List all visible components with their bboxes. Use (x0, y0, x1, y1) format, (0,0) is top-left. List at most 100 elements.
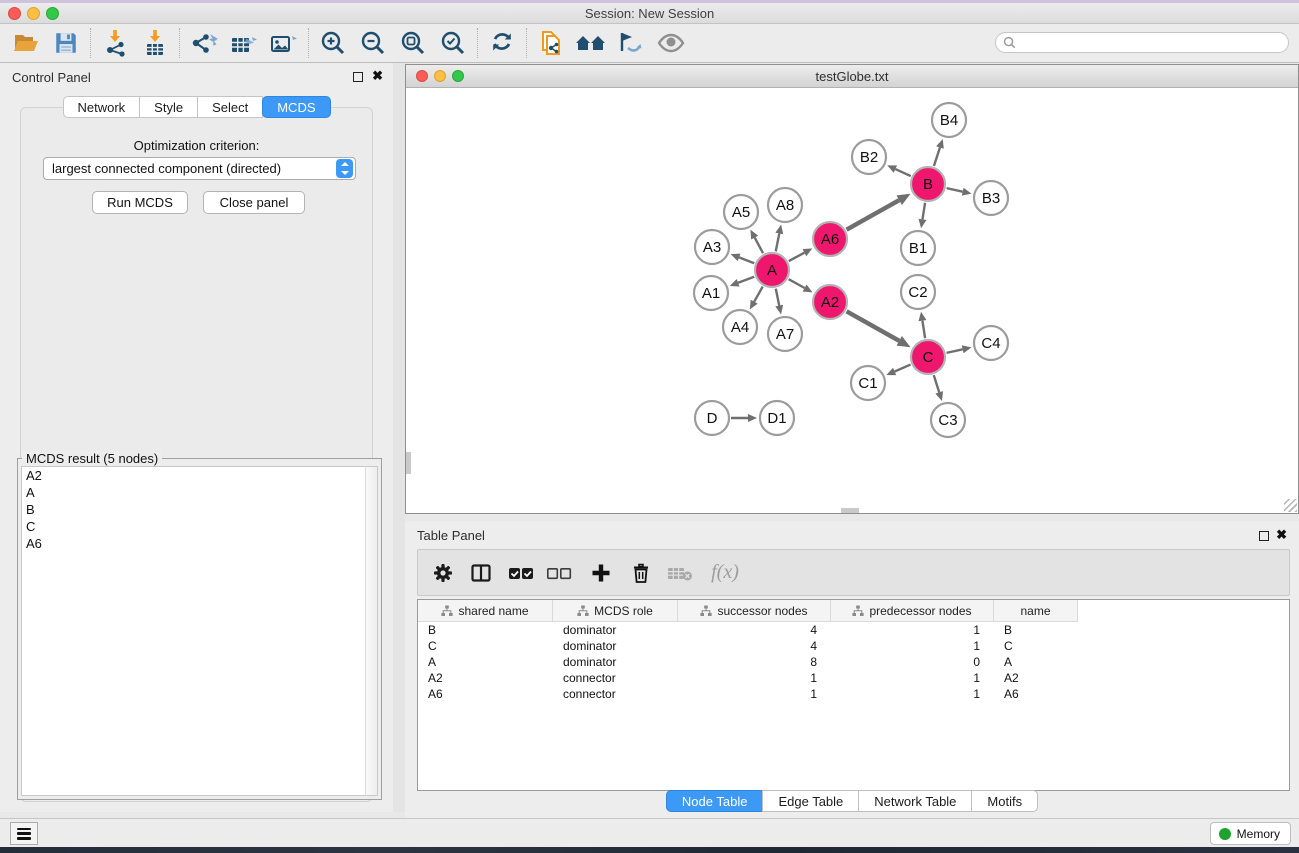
tab-network[interactable]: Network (62, 96, 140, 118)
mcds-result-scrollbar[interactable] (365, 466, 378, 796)
optimization-criterion-dropdown[interactable]: largest connected component (directed) (43, 157, 356, 180)
cell-predecessor-nodes[interactable]: 0 (831, 654, 994, 670)
edge-B-B1[interactable] (922, 203, 925, 220)
column-header-name[interactable]: name (994, 600, 1078, 622)
tab-mcds[interactable]: MCDS (262, 96, 330, 118)
tab-style[interactable]: Style (139, 96, 198, 118)
cell-shared-name[interactable]: B (418, 622, 553, 638)
panel-splitter[interactable] (393, 63, 405, 812)
control-panel-float-icon[interactable] (353, 72, 363, 82)
graph-node-B1[interactable]: B1 (901, 231, 935, 265)
edge-A-A7[interactable] (776, 289, 779, 306)
cell-name[interactable]: A2 (994, 670, 1078, 686)
control-panel-close-icon[interactable]: ✖ (372, 68, 383, 84)
cell-successor-nodes[interactable]: 4 (678, 638, 831, 654)
edge-A-A5[interactable] (755, 238, 763, 254)
search-field[interactable] (995, 32, 1289, 53)
graph-node-C3[interactable]: C3 (931, 403, 965, 437)
edge-A-A2[interactable] (789, 279, 805, 288)
cell-MCDS-role[interactable]: dominator (553, 654, 678, 670)
edge-B-B2[interactable] (895, 169, 910, 176)
cell-name[interactable]: A (994, 654, 1078, 670)
graph-node-B3[interactable]: B3 (974, 181, 1008, 215)
export-table-button[interactable] (224, 27, 264, 59)
graph-node-A7[interactable]: A7 (768, 317, 802, 351)
cell-predecessor-nodes[interactable]: 1 (831, 670, 994, 686)
column-browser-button[interactable] (464, 556, 498, 590)
memory-button[interactable]: Memory (1210, 822, 1291, 845)
table-row[interactable]: Adominator80A (418, 654, 1289, 670)
edge-C-C4[interactable] (947, 349, 963, 353)
apply-function-button[interactable]: f(x) (708, 556, 742, 590)
edge-C-C2[interactable] (922, 321, 925, 339)
graph-node-A2[interactable]: A2 (813, 285, 847, 319)
vertical-scroll-thumb[interactable] (406, 452, 411, 474)
graph-node-B2[interactable]: B2 (852, 140, 886, 174)
import-table-button[interactable] (135, 27, 175, 59)
edge-A2-C[interactable] (847, 311, 900, 341)
create-column-button[interactable] (584, 556, 618, 590)
graph-node-C2[interactable]: C2 (901, 275, 935, 309)
cell-successor-nodes[interactable]: 1 (678, 670, 831, 686)
cell-shared-name[interactable]: A (418, 654, 553, 670)
graph-node-A5[interactable]: A5 (724, 195, 758, 229)
network-canvas[interactable]: B4B2BB3A8A5A6A3B1AC2A1A2A4A7C4CC1C3DD1 (406, 88, 1298, 513)
refresh-button[interactable] (482, 27, 522, 59)
table-row[interactable]: A6connector11A6 (418, 686, 1289, 702)
cell-MCDS-role[interactable]: dominator (553, 638, 678, 654)
delete-table-button[interactable] (664, 556, 698, 590)
graph-node-C1[interactable]: C1 (851, 366, 885, 400)
task-history-button[interactable] (10, 822, 38, 845)
edge-A6-B[interactable] (847, 200, 900, 230)
cell-name[interactable]: B (994, 622, 1078, 638)
edge-B-B3[interactable] (947, 188, 963, 192)
delete-column-button[interactable] (624, 556, 658, 590)
tab-motifs[interactable]: Motifs (971, 790, 1038, 812)
run-mcds-button[interactable]: Run MCDS (92, 191, 188, 214)
cell-MCDS-role[interactable]: connector (553, 670, 678, 686)
zoom-fit-button[interactable] (393, 27, 433, 59)
export-image-button[interactable] (264, 27, 304, 59)
table-panel-float-icon[interactable] (1259, 531, 1269, 541)
table-settings-button[interactable] (426, 556, 460, 590)
graph-node-A1[interactable]: A1 (694, 276, 728, 310)
save-session-button[interactable] (46, 27, 86, 59)
edge-A-A4[interactable] (754, 287, 763, 302)
open-file-button[interactable] (6, 27, 46, 59)
mcds-result-item[interactable]: A (22, 484, 365, 501)
table-row[interactable]: Bdominator41B (418, 622, 1289, 638)
mcds-result-item[interactable]: B (22, 501, 365, 518)
graph-node-A3[interactable]: A3 (695, 230, 729, 264)
graph-node-D1[interactable]: D1 (760, 401, 794, 435)
tab-network-table[interactable]: Network Table (858, 790, 972, 812)
mcds-result-item[interactable]: A2 (22, 467, 365, 484)
node-table[interactable]: shared nameMCDS rolesuccessor nodesprede… (417, 599, 1290, 791)
resize-grip[interactable] (1284, 499, 1297, 512)
column-header-predecessor-nodes[interactable]: predecessor nodes (831, 600, 994, 622)
cell-predecessor-nodes[interactable]: 1 (831, 638, 994, 654)
graph-node-B4[interactable]: B4 (932, 103, 966, 137)
zoom-selected-button[interactable] (433, 27, 473, 59)
zoom-in-button[interactable] (313, 27, 353, 59)
graph-node-A4[interactable]: A4 (723, 310, 757, 344)
cell-name[interactable]: C (994, 638, 1078, 654)
mcds-result-item[interactable]: A6 (22, 535, 365, 552)
deselect-all-columns-button[interactable] (542, 556, 576, 590)
table-row[interactable]: Cdominator41C (418, 638, 1289, 654)
cell-predecessor-nodes[interactable]: 1 (831, 686, 994, 702)
column-header-shared-name[interactable]: shared name (418, 600, 553, 622)
import-network-button[interactable] (95, 27, 135, 59)
close-panel-button[interactable]: Close panel (203, 191, 305, 214)
network-window-titlebar[interactable]: testGlobe.txt (406, 65, 1298, 88)
tab-node-table[interactable]: Node Table (666, 790, 764, 812)
export-network-button[interactable] (184, 27, 224, 59)
graph-node-C4[interactable]: C4 (974, 326, 1008, 360)
show-eye-button[interactable] (651, 27, 691, 59)
column-header-successor-nodes[interactable]: successor nodes (678, 600, 831, 622)
graph-node-A[interactable]: A (755, 253, 789, 287)
graph-node-A8[interactable]: A8 (768, 188, 802, 222)
cell-name[interactable]: A6 (994, 686, 1078, 702)
edge-A-A1[interactable] (738, 277, 754, 283)
graph-node-A6[interactable]: A6 (813, 222, 847, 256)
tab-select[interactable]: Select (197, 96, 263, 118)
